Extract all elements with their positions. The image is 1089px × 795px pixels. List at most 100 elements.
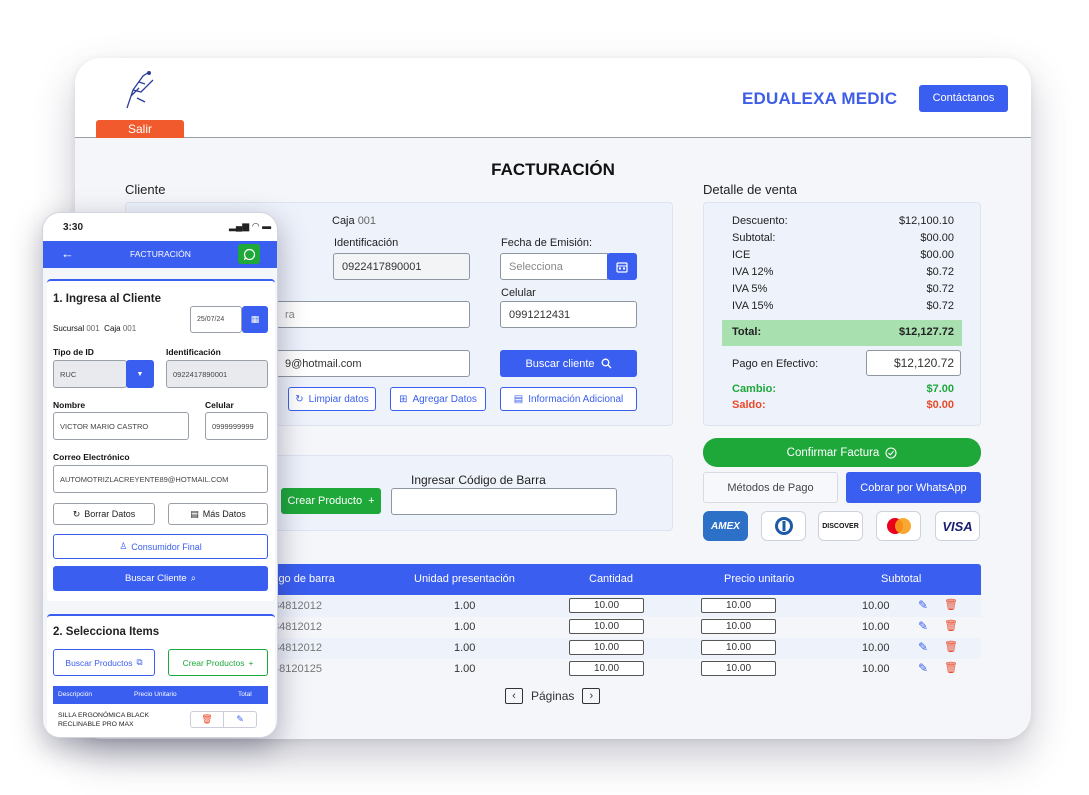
products-table-header: igo de barra Unidad presentación Cantida…: [258, 564, 981, 595]
search-client-label: Buscar cliente: [525, 357, 595, 370]
total-row: Total: $12,127.72: [732, 326, 954, 338]
qty-input[interactable]: 10.00: [569, 598, 644, 613]
id-label: Identificación: [334, 237, 399, 249]
edit-icon[interactable]: ✎: [918, 598, 928, 612]
amex-card-icon[interactable]: AMEX: [703, 511, 748, 541]
total-label: Total:: [732, 326, 762, 338]
add-data-button[interactable]: ⊞ Agregar Datos: [390, 387, 486, 411]
page-title: FACTURACIÓN: [491, 160, 615, 179]
mobile-name-field[interactable]: VICTOR MARIO CASTRO: [53, 412, 189, 440]
check-circle-icon: [885, 446, 897, 459]
extra-info-button[interactable]: ▤ Información Adicional: [500, 387, 637, 411]
create-product-button[interactable]: Crear Producto +: [281, 488, 381, 514]
mobile-id-field[interactable]: 0922417890001: [166, 360, 268, 388]
summary-value: $0.72: [926, 266, 954, 278]
clear-data-button[interactable]: ↻ Limpiar datos: [288, 387, 376, 411]
change-label: Cambio:: [732, 383, 776, 395]
subtotal-cell: 10.00: [862, 621, 890, 633]
more-data-button[interactable]: ▤ Más Datos: [168, 503, 268, 525]
step1-title: 1. Ingresa al Cliente: [53, 293, 162, 305]
whatsapp-icon[interactable]: [238, 244, 260, 264]
summary-value: $0.72: [926, 283, 954, 295]
trash-icon[interactable]: 🗑: [944, 640, 958, 653]
status-bar: 3:30 ▂▄▆ ◠ ▬: [43, 213, 277, 241]
edit-icon[interactable]: ✎: [918, 619, 928, 633]
mastercard-card-icon[interactable]: [876, 511, 921, 541]
table-row: 34812012 1.00 10.00 10.00 10.00 ✎ 🗑: [258, 638, 981, 659]
qty-input[interactable]: 10.00: [569, 619, 644, 634]
next-page-button[interactable]: ›: [582, 688, 601, 704]
summary-label: Descuento:: [732, 215, 788, 227]
final-consumer-button[interactable]: ♙ Consumidor Final: [53, 534, 268, 559]
diners-card-icon[interactable]: [761, 511, 806, 541]
search-products-button[interactable]: Buscar Productos ⧉: [53, 649, 155, 676]
whatsapp-charge-button[interactable]: Cobrar por WhatsApp: [846, 472, 981, 503]
unit-cell: 1.00: [454, 600, 476, 612]
name-field[interactable]: ra: [276, 301, 470, 328]
clear-button[interactable]: ↻ Borrar Datos: [53, 503, 155, 525]
client-section-title: Cliente: [125, 182, 166, 197]
col-barcode: igo de barra: [276, 573, 335, 585]
discover-card-icon[interactable]: DISCOVER: [818, 511, 863, 541]
mobile-email-field[interactable]: AUTOMOTRIZLACREYENTE89@HOTMAIL.COM: [53, 465, 268, 493]
caja-label: Caja 001: [332, 215, 377, 227]
edit-icon[interactable]: ✎: [918, 661, 928, 675]
price-input[interactable]: 10.00: [701, 640, 776, 655]
items-card: 2. Selecciona Items Buscar Productos ⧉ Cr…: [47, 614, 275, 737]
mobile-date-field[interactable]: 25/07/24: [190, 306, 242, 333]
create-products-label: Crear Productos: [182, 657, 245, 668]
summary-row: Descuento: $12,100.10: [732, 215, 954, 227]
id-field[interactable]: 0922417890001: [333, 253, 470, 280]
mobile-header: ← FACTURACIÓN: [43, 241, 277, 268]
col-unit: Unidad presentación: [414, 573, 515, 585]
add-doc-icon: ⊞: [399, 393, 408, 405]
pagination: ‹ Páginas ›: [505, 688, 601, 704]
table-row: 48120125 1.00 10.00 10.00 10.00 ✎ 🗑: [258, 659, 981, 680]
logout-button[interactable]: Salir: [96, 120, 184, 138]
search-icon: ⌕: [190, 573, 197, 584]
sale-section-title: Detalle de venta: [703, 182, 797, 197]
trash-icon[interactable]: 🗑: [944, 598, 958, 611]
email-label: Correo Electrónico: [53, 452, 130, 462]
qty-input[interactable]: 10.00: [569, 661, 644, 676]
price-input[interactable]: 10.00: [701, 661, 776, 676]
barcode-input[interactable]: [391, 488, 617, 515]
calendar-button[interactable]: [607, 253, 637, 280]
edit-icon[interactable]: ✎: [223, 712, 256, 727]
visa-card-icon[interactable]: VISA: [935, 511, 980, 541]
mobile-cel-field[interactable]: 0999999999: [205, 412, 268, 440]
barcode-cell: 34812012: [273, 642, 322, 654]
final-consumer-label: Consumidor Final: [131, 541, 202, 552]
qty-input[interactable]: 10.00: [569, 640, 644, 655]
trash-icon[interactable]: 🗑: [944, 619, 958, 632]
cash-label: Pago en Efectivo:: [732, 358, 819, 370]
id-type-select[interactable]: RUC: [53, 360, 127, 388]
summary-value: $0.72: [926, 300, 954, 312]
summary-value: $12,100.10: [898, 215, 954, 227]
price-input[interactable]: 10.00: [701, 619, 776, 634]
celular-field[interactable]: 0991212431: [500, 301, 637, 328]
edit-icon[interactable]: ✎: [918, 640, 928, 654]
mobile-calendar-icon[interactable]: ▦: [242, 306, 268, 333]
cash-input[interactable]: $12,120.72: [866, 350, 961, 376]
amex-text: AMEX: [711, 520, 740, 532]
email-field[interactable]: 9@hotmail.com: [276, 350, 470, 377]
mobile-search-client-button[interactable]: Buscar Cliente ⌕: [53, 566, 268, 591]
chevron-down-icon[interactable]: ▼: [126, 360, 154, 388]
back-arrow-icon[interactable]: ←: [61, 246, 74, 261]
date-field[interactable]: Selecciona: [500, 253, 608, 280]
payment-methods-button[interactable]: Métodos de Pago: [703, 472, 838, 503]
price-input[interactable]: 10.00: [701, 598, 776, 613]
col-subtotal: Subtotal: [881, 573, 922, 585]
search-client-button[interactable]: Buscar cliente: [500, 350, 637, 377]
summary-label: IVA 12%: [732, 266, 774, 278]
confirm-invoice-button[interactable]: Confirmar Factura: [703, 438, 981, 467]
prev-page-button[interactable]: ‹: [505, 688, 523, 704]
trash-icon[interactable]: 🗑: [191, 712, 223, 727]
contact-button[interactable]: Contáctanos: [919, 85, 1008, 112]
trash-icon[interactable]: 🗑: [944, 661, 958, 674]
balance-row: Saldo: $0.00: [732, 399, 954, 411]
signal-wifi-battery-icon: ▂▄▆ ◠ ▬: [229, 221, 272, 231]
create-products-button[interactable]: Crear Productos +: [168, 649, 268, 676]
summary-row: ICE $00.00: [732, 249, 954, 261]
